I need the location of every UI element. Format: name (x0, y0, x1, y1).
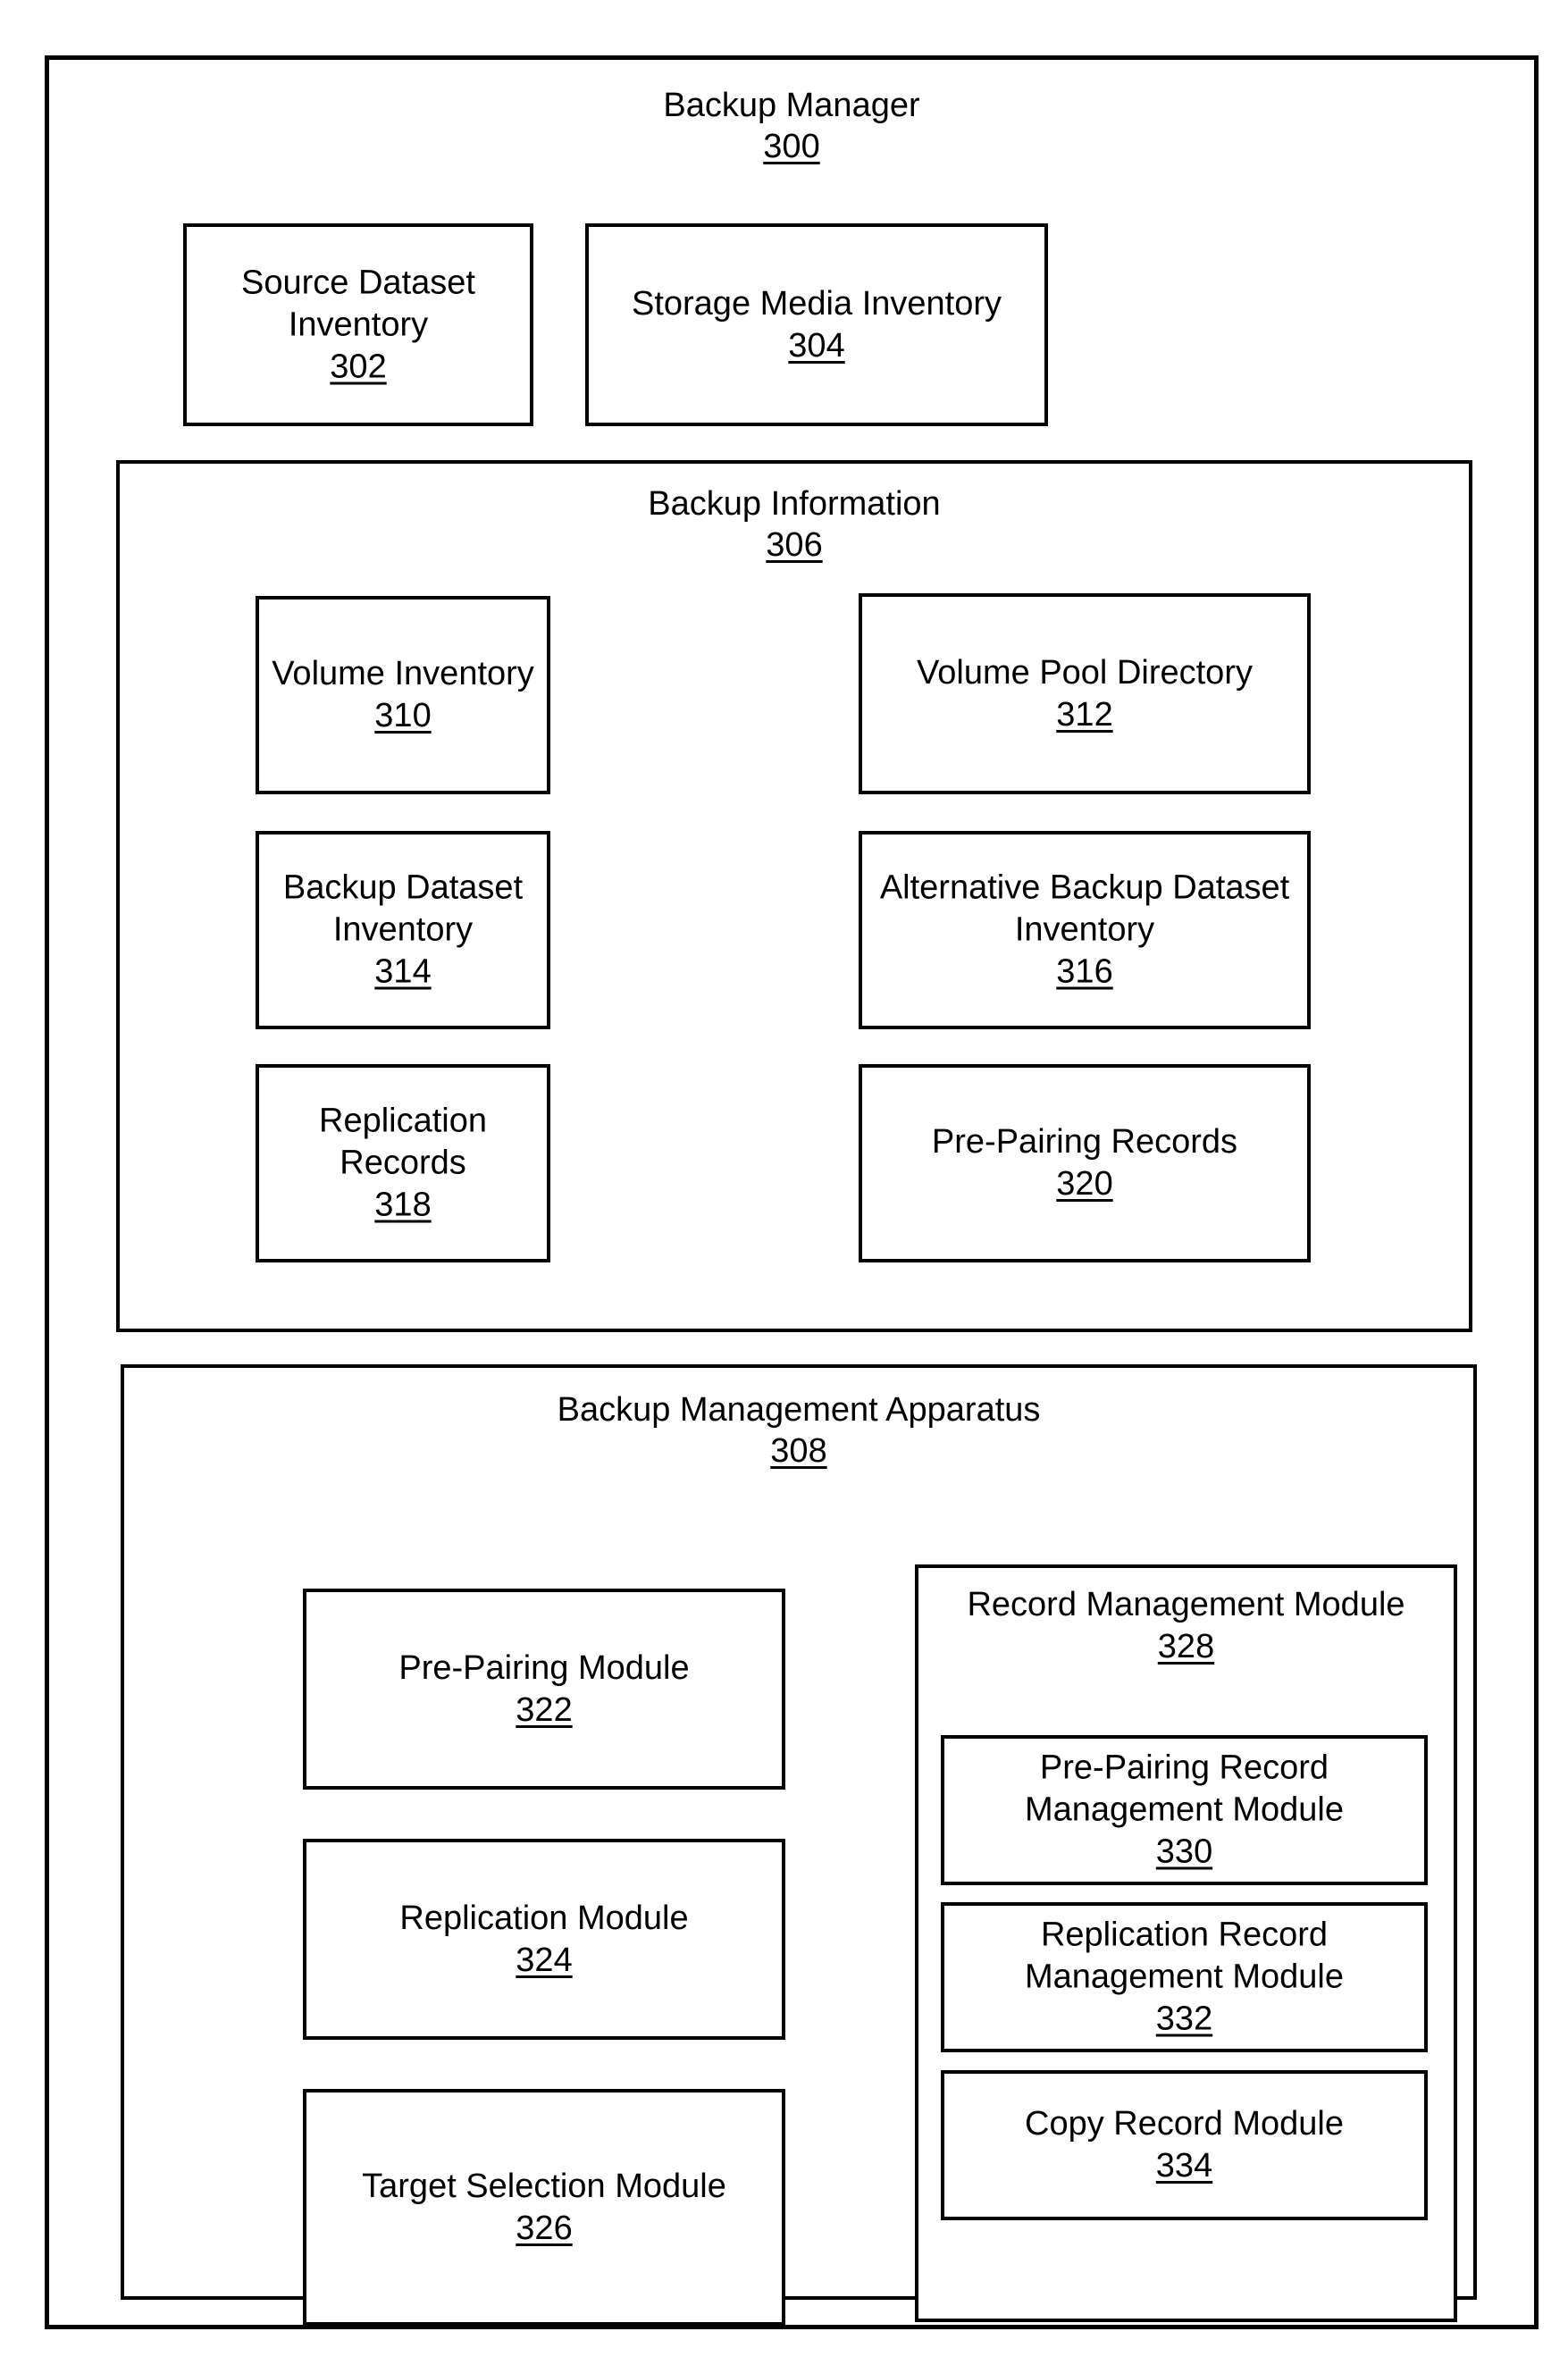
pre-pairing-records-ref: 320 (1056, 1165, 1113, 1203)
storage-media-inventory-label: Storage Media Inventory 304 (589, 283, 1044, 367)
pre-pairing-records-box: Pre-Pairing Records 320 (859, 1064, 1311, 1262)
source-dataset-inventory-ref: 302 (330, 348, 387, 385)
storage-media-inventory-line1: Storage Media Inventory (631, 284, 1002, 323)
replication-records-label: Replication Records 318 (259, 1101, 547, 1227)
pre-pairing-module-line1: Pre-Pairing Module (398, 1648, 690, 1687)
alternative-backup-dataset-inventory-line1: Alternative Backup (879, 868, 1163, 907)
alternative-backup-dataset-inventory-box: Alternative Backup Dataset Inventory 316 (859, 831, 1311, 1029)
backup-dataset-inventory-line1: Backup Dataset (282, 868, 524, 907)
figure-canvas: Backup Manager 300 Source Dataset Invent… (0, 0, 1568, 2365)
replication-module-label: Replication Module 324 (306, 1898, 782, 1982)
storage-media-inventory-ref: 304 (788, 326, 845, 365)
backup-dataset-inventory-label: Backup Dataset Inventory 314 (259, 868, 547, 994)
storage-media-inventory-box: Storage Media Inventory 304 (585, 223, 1048, 426)
record-management-module-line1: Record Management (967, 1586, 1285, 1623)
source-dataset-inventory-label: Source Dataset Inventory 302 (187, 262, 530, 388)
backup-manager-title: Backup Manager (663, 87, 920, 124)
backup-dataset-inventory-box: Backup Dataset Inventory 314 (256, 831, 550, 1029)
replication-module-box: Replication Module 324 (303, 1839, 785, 2040)
backup-information-title-group: Backup Information 306 (120, 483, 1469, 566)
replication-records-box: Replication Records 318 (256, 1064, 550, 1262)
volume-pool-directory-label: Volume Pool Directory 312 (862, 652, 1307, 736)
volume-pool-directory-box: Volume Pool Directory 312 (859, 593, 1311, 794)
backup-manager-ref: 300 (763, 128, 820, 165)
backup-information-title: Backup Information (648, 485, 941, 523)
replication-record-management-module-line1: Replication Record (1040, 1916, 1329, 1954)
source-dataset-inventory-line1: Source Dataset (241, 264, 475, 301)
pre-pairing-record-management-module-line2: Management Module (1025, 1791, 1344, 1829)
target-selection-module-line2: Module (615, 2167, 726, 2205)
replication-module-ref: 324 (516, 1941, 573, 1979)
backup-dataset-inventory-line2: Inventory (332, 910, 474, 949)
backup-manager-title-group: Backup Manager 300 (49, 85, 1534, 167)
record-management-module-title-group: Record Management Module 328 (918, 1584, 1454, 1668)
pre-pairing-record-management-module-line1: Pre-Pairing Record (1039, 1749, 1329, 1787)
pre-pairing-record-management-module-label: Pre-Pairing Record Management Module 330 (944, 1748, 1424, 1874)
target-selection-module-line1: Target Selection (362, 2167, 606, 2205)
backup-dataset-inventory-ref: 314 (374, 952, 432, 991)
pre-pairing-records-label: Pre-Pairing Records 320 (862, 1121, 1307, 1205)
record-management-module-line2: Module (1293, 1586, 1405, 1623)
pre-pairing-module-label: Pre-Pairing Module 322 (306, 1648, 782, 1732)
volume-pool-directory-line1: Volume Pool (917, 653, 1108, 692)
backup-management-apparatus-container: Backup Management Apparatus 308 Pre-Pair… (121, 1364, 1477, 2326)
target-selection-module-box: Target Selection Module 326 (303, 2089, 785, 2326)
backup-management-apparatus-ref: 308 (770, 1432, 827, 1470)
record-management-module-box: Record Management Module 328 Pre-Pairing… (915, 1564, 1457, 2322)
pre-pairing-module-box: Pre-Pairing Module 322 (303, 1589, 785, 1790)
target-selection-module-ref: 326 (516, 2209, 573, 2247)
replication-record-management-module-ref: 332 (1155, 2000, 1213, 2038)
pre-pairing-record-management-module-ref: 330 (1155, 1832, 1213, 1871)
copy-record-module-line1: Copy Record Module (1025, 2105, 1344, 2143)
copy-record-module-box: Copy Record Module 334 (941, 2070, 1428, 2220)
volume-inventory-ref: 310 (374, 697, 432, 734)
replication-records-line1: Replication Records (319, 1102, 487, 1182)
volume-pool-directory-line2: Directory (1116, 653, 1253, 692)
backup-manager-container: Backup Manager 300 Source Dataset Invent… (45, 55, 1539, 2329)
pre-pairing-records-line1: Pre-Pairing Records (931, 1123, 1238, 1161)
replication-record-management-module-line2: Management Module (1025, 1958, 1344, 1996)
replication-records-ref: 318 (374, 1186, 432, 1224)
replication-record-management-module-label: Replication Record Management Module 332 (944, 1915, 1424, 2041)
replication-record-management-module-box: Replication Record Management Module 332 (941, 1902, 1428, 2052)
target-selection-module-label: Target Selection Module 326 (306, 2166, 782, 2250)
volume-inventory-box: Volume Inventory 310 (256, 596, 550, 794)
alternative-backup-dataset-inventory-label: Alternative Backup Dataset Inventory 316 (862, 868, 1307, 994)
backup-management-apparatus-title-group: Backup Management Apparatus 308 (124, 1389, 1473, 1472)
alternative-backup-dataset-inventory-ref: 316 (1056, 952, 1113, 991)
volume-inventory-label: Volume Inventory 310 (259, 653, 547, 737)
volume-inventory-line1: Volume Inventory (272, 655, 534, 692)
record-management-module-ref: 328 (1157, 1628, 1215, 1665)
volume-pool-directory-ref: 312 (1056, 695, 1113, 734)
backup-information-container: Backup Information 306 Volume Inventory … (116, 460, 1472, 1332)
copy-record-module-ref: 334 (1155, 2147, 1213, 2185)
backup-management-apparatus-title: Backup Management Apparatus (557, 1391, 1041, 1429)
pre-pairing-record-management-module-box: Pre-Pairing Record Management Module 330 (941, 1735, 1428, 1885)
replication-module-line1: Replication Module (399, 1899, 689, 1937)
source-dataset-inventory-box: Source Dataset Inventory 302 (183, 223, 533, 426)
source-dataset-inventory-line2: Inventory (288, 306, 429, 343)
backup-information-ref: 306 (766, 526, 823, 564)
copy-record-module-label: Copy Record Module 334 (944, 2103, 1424, 2187)
pre-pairing-module-ref: 322 (516, 1690, 573, 1729)
